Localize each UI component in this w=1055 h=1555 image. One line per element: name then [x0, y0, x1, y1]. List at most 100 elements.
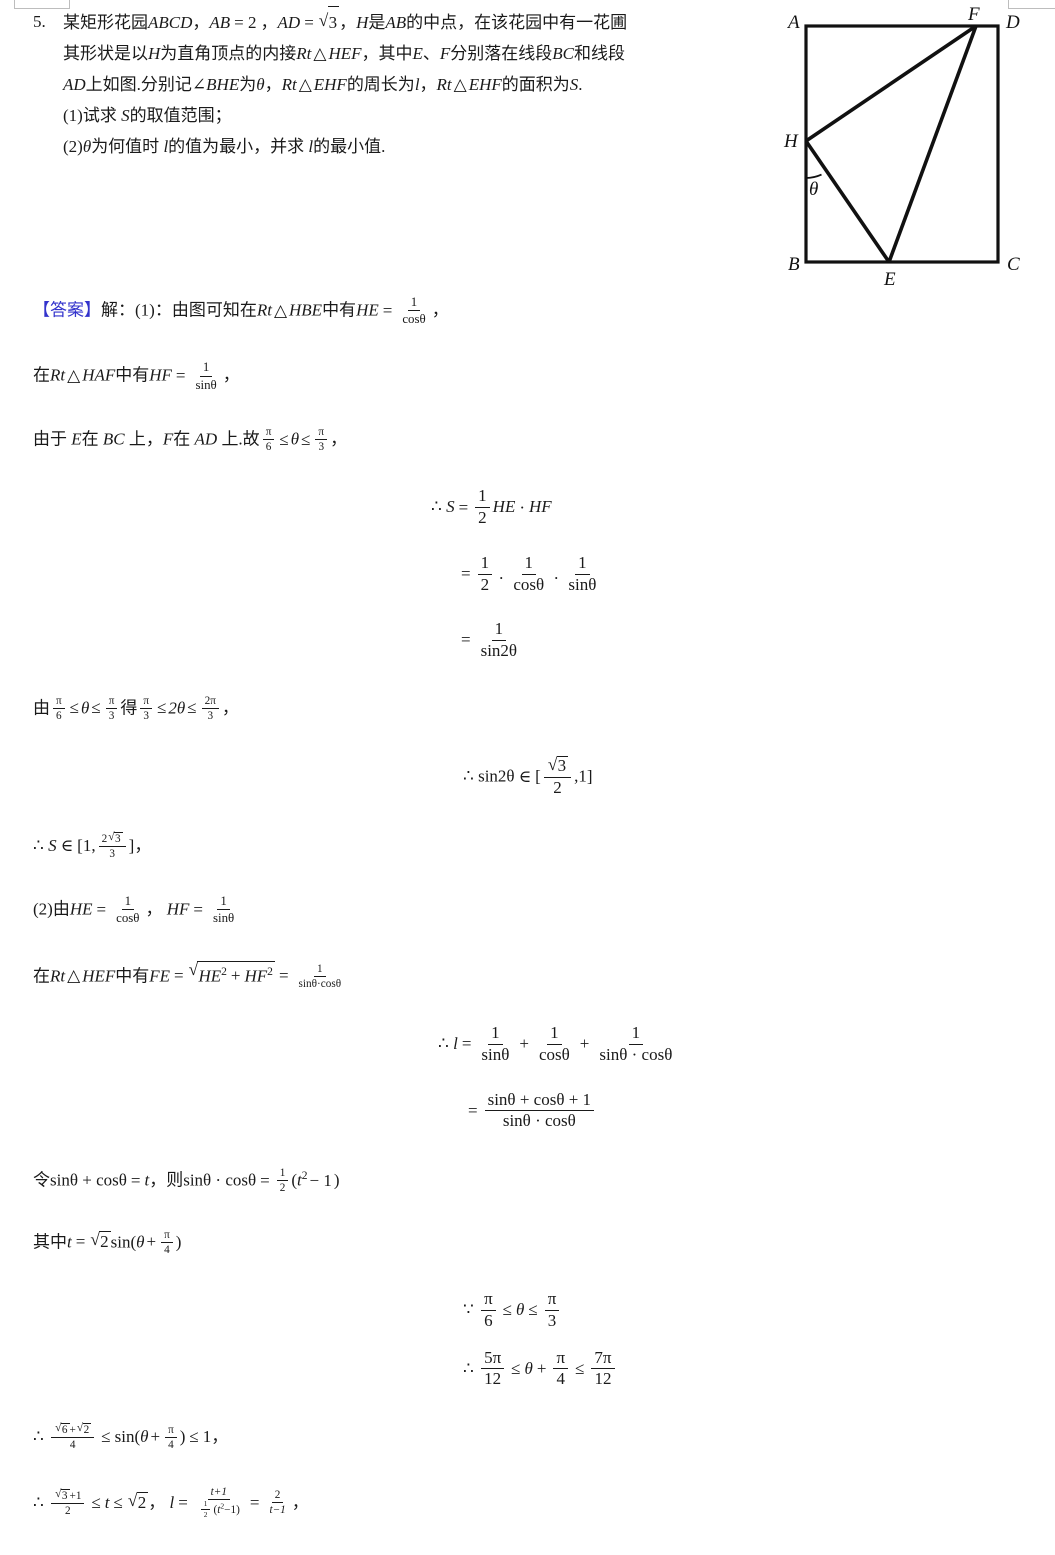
triangle-icon: △: [453, 75, 467, 94]
t: HE: [492, 497, 516, 517]
t: ≤: [187, 698, 197, 718]
solution-block: 【答案】解：(1)：由图可知在Rt △ HBE中有HE = 1 cosθ， 在Rt △ HAF…: [33, 294, 1023, 1555]
t: ·: [519, 497, 526, 517]
t: sinθ · cosθ: [183, 1170, 257, 1190]
t: ，: [134, 835, 152, 855]
t: =: [178, 1492, 188, 1512]
t: 2: [478, 508, 487, 528]
t: cosθ: [116, 910, 140, 926]
t: 2: [279, 1182, 286, 1195]
t: HF: [529, 497, 552, 517]
t: HE: [198, 966, 222, 986]
t: 2: [203, 1510, 208, 1520]
t: 7π: [591, 1348, 615, 1370]
fraction: π3: [105, 695, 118, 723]
t: ≤: [528, 1300, 538, 1320]
t: π: [553, 1348, 569, 1370]
t: θ: [290, 429, 300, 449]
t: ≤: [157, 698, 167, 718]
figure-label-D: D: [1005, 12, 1020, 33]
den-t-minus-1: t−1: [266, 1503, 288, 1516]
fraction: 12: [200, 1499, 211, 1520]
t: t: [104, 1492, 110, 1512]
t: 2: [82, 1423, 92, 1436]
t: AD: [277, 13, 301, 32]
t: =: [260, 1170, 270, 1190]
t: 12: [484, 1369, 502, 1389]
sqrt-3: 3: [548, 755, 569, 776]
t: 1: [521, 553, 536, 575]
solution-line-1: 【答案】解：(1)：由图可知在Rt △ HBE中有HE = 1 cosθ，: [33, 294, 1023, 327]
t: Rt: [50, 366, 66, 386]
geometry-figure-svg: A B C D E F H θ: [783, 4, 1020, 290]
t: 6: [484, 1310, 493, 1330]
t: =: [461, 563, 471, 583]
l-equation-row-1: ∴ l = 1 sinθ +1 cosθ +1 sinθ · cosθ: [438, 1024, 678, 1065]
S-equation-row-3: = 1 sin2θ: [431, 620, 602, 661]
t: 1: [628, 1024, 644, 1045]
t: HF: [166, 899, 190, 919]
answer-tag: 【答案】: [33, 300, 101, 320]
t: sinθ: [213, 910, 235, 926]
t: 在: [33, 366, 50, 386]
t: ∴: [33, 1492, 44, 1512]
sqrt-sum: 3+1: [51, 1488, 85, 1504]
t: =: [382, 300, 393, 320]
t: ): [175, 1232, 182, 1252]
t: 1: [276, 1167, 289, 1182]
sqrt-2: 2: [128, 1491, 149, 1513]
t: HAF: [82, 366, 116, 386]
t: π: [161, 1229, 173, 1243]
t: ，: [264, 75, 282, 94]
solution-line-7: (2)由HE = 1 cosθ， HF = 1 sinθ: [33, 894, 1023, 926]
t: 3: [114, 831, 123, 845]
t: AB: [385, 13, 407, 32]
t: 3: [327, 6, 340, 38]
t: F: [439, 44, 451, 63]
t: F: [162, 429, 174, 449]
t: 的最小值.: [313, 137, 386, 156]
S-equation-row-1: ∴ S = 1 2 HE · HF: [431, 487, 602, 528]
fraction: 5π 12: [481, 1348, 505, 1389]
fraction: 12: [475, 487, 490, 527]
t: 由于: [33, 429, 67, 449]
t: BC: [102, 429, 125, 449]
t: S: [121, 106, 130, 125]
fraction: 1 cosθ: [399, 294, 428, 326]
t: sin2θ: [478, 766, 515, 786]
solution-line-6: ∴ S∈[1,233]，: [33, 831, 1023, 862]
t: ): [236, 1504, 240, 1517]
t: sinθ: [195, 376, 217, 392]
solution-block-area-l: ∴ l = 1 sinθ +1 cosθ +1 sinθ · cosθ = sinθ + cos…: [33, 1024, 1023, 1132]
triangle-icon: △: [273, 300, 288, 320]
t: −1: [224, 1504, 237, 1517]
t: HEF: [328, 44, 362, 63]
t: 上.故: [221, 429, 260, 449]
t: ，: [211, 1427, 229, 1447]
t: Rt: [281, 75, 297, 94]
fraction: 1 cosθ: [536, 1024, 573, 1064]
t: 2: [480, 574, 490, 594]
t: cosθ: [513, 574, 545, 594]
t: 2: [553, 777, 562, 797]
t: ): [333, 1170, 340, 1190]
t: +: [230, 966, 241, 986]
sqrt-wrap: 3: [543, 755, 572, 778]
solution-line-4: 由 π 6 ≤ θ ≤ π 3 得 π 3 ≤2θ ≤2π 3，: [33, 695, 1023, 724]
S-equation-row-2: = 1 2. 1 cosθ. 1 sinθ: [431, 553, 602, 595]
t: =: [75, 1232, 86, 1252]
fraction: 1 sinθ · cosθ: [596, 1024, 675, 1064]
t: 5π: [481, 1348, 505, 1370]
t: HF: [149, 366, 172, 386]
t: =: [174, 966, 184, 986]
t: +: [579, 1034, 590, 1054]
t: ，: [192, 13, 210, 32]
t: 4: [556, 1369, 566, 1389]
t: 1: [475, 487, 490, 509]
t: =: [461, 1034, 472, 1054]
solution-line-2: 在Rt △ HAF中有HF = 1 sinθ，: [33, 360, 1023, 392]
fraction: π3: [140, 695, 153, 723]
t: +1: [69, 1489, 82, 1502]
t: 3: [109, 847, 115, 860]
t: ≤: [101, 1427, 111, 1447]
